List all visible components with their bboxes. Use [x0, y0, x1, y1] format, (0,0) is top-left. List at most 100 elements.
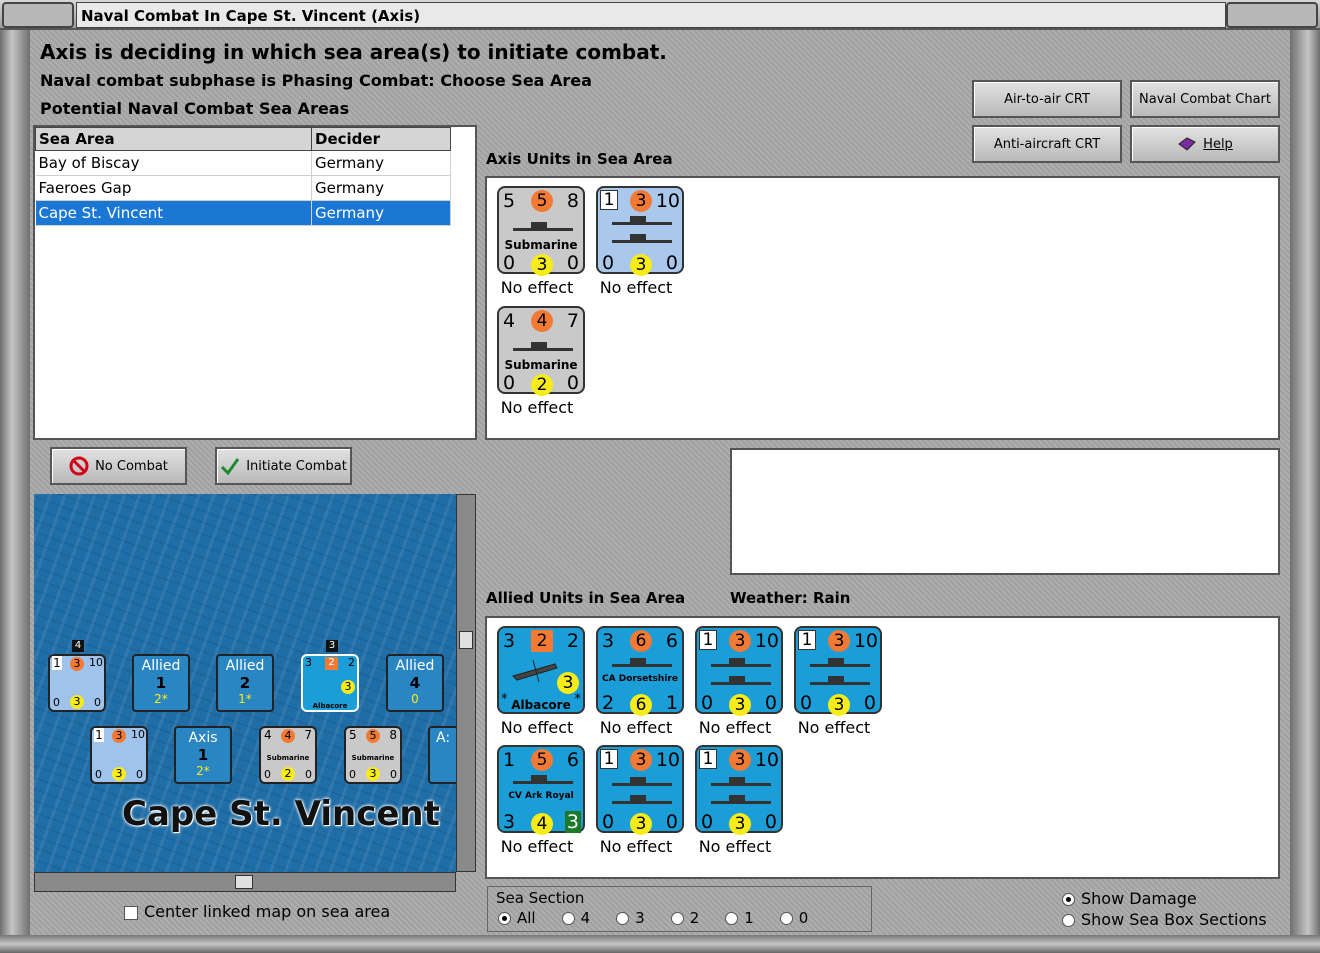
- map-token-allied[interactable]: Allied 1 2*: [132, 654, 190, 712]
- map-token-allied[interactable]: Allied 2 1*: [216, 654, 274, 712]
- unit-bm: 3: [729, 813, 751, 835]
- radio-3[interactable]: [616, 912, 630, 925]
- unit-tr: 2: [566, 630, 579, 652]
- ship-icon: [711, 777, 771, 786]
- center-map-checkbox[interactable]: [124, 905, 138, 920]
- sea-section-option-all[interactable]: All: [498, 909, 536, 927]
- unit-br: 0: [665, 252, 678, 274]
- token-tl: 1: [52, 656, 62, 670]
- radio-4[interactable]: [561, 912, 575, 925]
- vertical-scroll-thumb[interactable]: [459, 631, 473, 649]
- map-token-fleet[interactable]: 1 3 10 0 3 0: [90, 726, 148, 784]
- sea-section-option-3[interactable]: 3: [616, 909, 645, 927]
- ship-icon: [711, 676, 771, 685]
- map-token-partial[interactable]: A:: [428, 726, 456, 784]
- axis-unit-fleet[interactable]: 1 3 10 0 3 0: [596, 186, 684, 276]
- col-sea-area[interactable]: Sea Area: [35, 127, 312, 151]
- axis-unit-submarine[interactable]: 5 5 8 Submarine 0 3 0: [497, 186, 585, 276]
- token-number: 4: [409, 674, 421, 692]
- stack-count: 4: [72, 640, 84, 652]
- unit-bm: 2: [531, 374, 553, 396]
- token-title: Axis: [188, 730, 218, 746]
- radio-1[interactable]: [725, 912, 739, 925]
- initiate-combat-button[interactable]: Initiate Combat: [215, 447, 352, 485]
- unit-bl: 0: [602, 252, 615, 274]
- subphase-text: Naval combat subphase is Phasing Combat:…: [40, 71, 592, 90]
- table-row[interactable]: Bay of Biscay Germany: [35, 150, 451, 176]
- table-row[interactable]: Faeroes Gap Germany: [35, 175, 451, 201]
- ship-icon: [612, 777, 672, 786]
- air-to-air-crt-button[interactable]: Air-to-air CRT: [972, 80, 1122, 118]
- axis-units-panel: 5 5 8 Submarine 0 3 0 No effect 1 3 10 0…: [485, 176, 1280, 440]
- sea-area-map[interactable]: 4 1 3 10 0 3 0 Allied 1 2* Allied 2 1* 3 3 2…: [34, 494, 456, 872]
- map-token-axis[interactable]: Axis 1 2*: [174, 726, 232, 784]
- show-sea-box-label: Show Sea Box Sections: [1081, 910, 1267, 929]
- unit-bl: 0: [503, 372, 516, 394]
- token-sub: 1*: [238, 692, 252, 706]
- sea-section-option-1[interactable]: 1: [725, 909, 754, 927]
- horizontal-scroll-thumb[interactable]: [235, 875, 253, 889]
- unit-tl: 1: [699, 630, 717, 650]
- col-decider[interactable]: Decider: [311, 127, 451, 151]
- map-vertical-scrollbar[interactable]: [456, 494, 476, 872]
- allied-unit-fleet[interactable]: 1 3 10 0 3 0: [695, 745, 783, 835]
- unit-effect: No effect: [500, 837, 574, 856]
- unit-bl: 0: [503, 252, 516, 274]
- unit-br: 3: [564, 811, 581, 833]
- unit-br: 0: [764, 692, 777, 714]
- show-damage-option[interactable]: Show Damage: [1062, 889, 1197, 908]
- axis-unit-submarine[interactable]: 4 4 7 Submarine 0 2 0: [497, 306, 585, 396]
- radio-all[interactable]: [498, 912, 511, 925]
- allied-unit-fleet[interactable]: 1 3 10 0 3 0: [794, 626, 882, 716]
- unit-br: 0: [566, 252, 579, 274]
- stack-count: 3: [326, 640, 338, 652]
- allied-units-label: Allied Units in Sea Area: [486, 589, 686, 607]
- radio-0[interactable]: [779, 912, 793, 925]
- aircraft-icon: [512, 659, 558, 683]
- ship-icon: [810, 658, 870, 667]
- naval-combat-chart-button[interactable]: Naval Combat Chart: [1130, 80, 1280, 118]
- show-sea-box-option[interactable]: Show Sea Box Sections: [1062, 910, 1267, 929]
- radio-show-sea-box[interactable]: [1062, 914, 1075, 927]
- map-token-albacore[interactable]: 3 2 2 3 Albacore: [301, 654, 359, 712]
- map-token-submarine[interactable]: 5 5 8 Submarine 0 3 0: [344, 726, 402, 784]
- token-tl: 4: [264, 728, 272, 742]
- anti-aircraft-crt-button[interactable]: Anti-aircraft CRT: [972, 125, 1122, 163]
- unit-name: Albacore: [511, 698, 571, 712]
- token-sub: 2*: [196, 764, 210, 778]
- unit-tl: 1: [600, 749, 618, 769]
- radio-show-damage[interactable]: [1062, 893, 1075, 906]
- weather-label: Weather: Rain: [730, 589, 850, 607]
- radio-2[interactable]: [670, 912, 684, 925]
- token-tm: 2: [325, 657, 338, 670]
- map-token-allied[interactable]: Allied 4 0: [386, 654, 444, 712]
- table-row-selected[interactable]: Cape St. Vincent Germany: [35, 200, 451, 226]
- sea-section-option-4[interactable]: 4: [561, 909, 590, 927]
- ship-icon: [711, 795, 771, 804]
- token-br: 0: [94, 696, 101, 709]
- row-area: Cape St. Vincent: [35, 200, 312, 226]
- token-tm: 5: [366, 729, 380, 743]
- unit-tr: 7: [566, 310, 579, 332]
- unit-bl: 0: [701, 811, 714, 833]
- help-button[interactable]: Help: [1130, 125, 1280, 163]
- sea-section-option-0[interactable]: 0: [779, 909, 808, 927]
- unit-tm: 3: [828, 630, 850, 652]
- map-token-fleet[interactable]: 1 3 10 0 3 0: [48, 654, 106, 712]
- allied-unit-fleet[interactable]: 1 3 10 0 3 0: [596, 745, 684, 835]
- no-combat-button[interactable]: No Combat: [50, 447, 187, 485]
- map-token-submarine[interactable]: 4 4 7 Submarine 0 2 0: [259, 726, 317, 784]
- center-map-checkbox-row[interactable]: Center linked map on sea area: [124, 902, 390, 921]
- allied-unit-albacore[interactable]: 3 2 2 3 * Albacore *: [497, 626, 585, 714]
- allied-unit-fleet[interactable]: 1 3 10 0 3 0: [695, 626, 783, 716]
- unit-tr: 10: [754, 630, 779, 652]
- window-menu-button[interactable]: [2, 2, 74, 28]
- allied-unit-carrier[interactable]: 1 5 6 CV Ark Royal 3 4 3: [497, 745, 585, 835]
- unit-effect: No effect: [599, 278, 673, 297]
- allied-unit-cruiser[interactable]: 3 6 6 CA Dorsetshire 2 6 1: [596, 626, 684, 716]
- sea-section-option-2[interactable]: 2: [670, 909, 699, 927]
- unit-tm: 5: [531, 190, 553, 212]
- initiate-combat-label: Initiate Combat: [246, 458, 347, 474]
- window-controls[interactable]: [1226, 2, 1318, 28]
- map-horizontal-scrollbar[interactable]: [34, 872, 456, 892]
